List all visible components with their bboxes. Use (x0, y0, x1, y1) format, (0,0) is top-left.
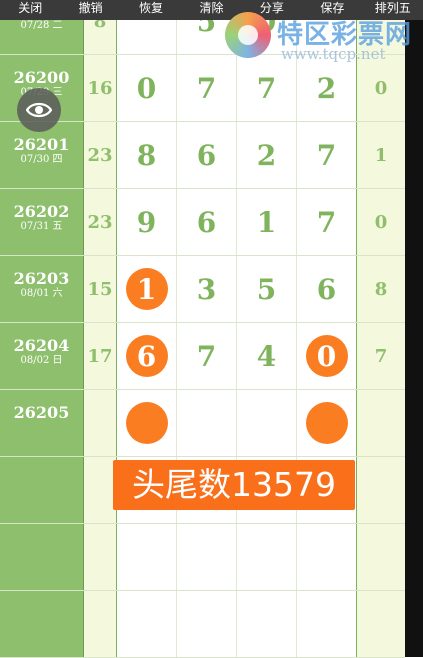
marker-dot[interactable] (125, 402, 168, 444)
issue-cell: 26205 (0, 390, 84, 456)
marker-dot[interactable] (305, 402, 348, 444)
digit-cell[interactable] (117, 524, 177, 590)
pailie5-cell: 7 (357, 323, 405, 389)
digit-cell[interactable]: 7 (177, 323, 237, 389)
issue-number: 26205 (13, 403, 70, 422)
digit-cell[interactable] (177, 524, 237, 590)
digit-cell[interactable]: 6 (297, 256, 357, 322)
watermark-url: www.tqcp.net (281, 45, 386, 63)
issue-cell: 26204 08/02 日 (0, 323, 84, 389)
digit-cell[interactable]: 7 (297, 122, 357, 188)
pailie5-cell (357, 390, 405, 456)
undo-button[interactable]: 撤销 (60, 0, 120, 20)
table-row: 26205 (0, 390, 405, 457)
digit-cell[interactable]: 2 (237, 122, 297, 188)
issue-number: 26201 (13, 135, 70, 154)
digit-cell[interactable]: 5 (237, 256, 297, 322)
issue-date: 07/28 二 (20, 20, 63, 31)
site-watermark: 特区彩票网 www.tqcp.net (225, 12, 415, 72)
table-row (0, 591, 405, 658)
issue-cell (0, 457, 84, 523)
table-row: 26203 08/01 六 15 1 3 5 6 8 (0, 256, 405, 323)
sum-cell (84, 591, 117, 657)
digit-cell[interactable]: 6 (177, 189, 237, 255)
digit-cell[interactable]: 9 (117, 189, 177, 255)
table-row: 26204 08/02 日 17 6 7 4 0 7 (0, 323, 405, 390)
pailie5-cell (357, 524, 405, 590)
digit-cell[interactable] (177, 591, 237, 657)
issue-cell: 26201 07/30 四 (0, 122, 84, 188)
marked-digit[interactable]: 0 (305, 335, 348, 377)
pailie5-cell (357, 591, 405, 657)
digit-cell[interactable] (297, 591, 357, 657)
digit-cell[interactable] (297, 524, 357, 590)
digit-cell[interactable] (237, 524, 297, 590)
digit-cell[interactable]: 3 (177, 256, 237, 322)
sum-cell (84, 390, 117, 456)
issue-date: 07/31 五 (20, 221, 63, 232)
table-row: 26201 07/30 四 23 8 6 2 7 1 (0, 122, 405, 189)
digit-cell[interactable] (117, 390, 177, 456)
marked-digit[interactable]: 6 (125, 335, 168, 377)
issue-cell (0, 591, 84, 657)
digit-cell[interactable]: 8 (117, 122, 177, 188)
issue-cell: 26203 08/01 六 (0, 256, 84, 322)
sum-cell: 17 (84, 323, 117, 389)
sum-cell: 23 (84, 189, 117, 255)
digit-cell[interactable] (117, 591, 177, 657)
table-row (0, 524, 405, 591)
issue-cell (0, 524, 84, 590)
draw-grid: 26199 07/28 二 8 5 0 26200 07/29 三 16 0 7… (0, 0, 405, 658)
digit-cell[interactable] (237, 390, 297, 456)
sum-cell: 23 (84, 122, 117, 188)
digit-cell[interactable] (237, 591, 297, 657)
issue-number: 26204 (13, 336, 70, 355)
close-button[interactable]: 关闭 (0, 0, 60, 20)
marked-digit[interactable]: 1 (125, 268, 168, 310)
digit-cell[interactable]: 6 (117, 323, 177, 389)
issue-number: 26203 (13, 269, 70, 288)
digit-cell[interactable]: 1 (117, 256, 177, 322)
sum-cell: 15 (84, 256, 117, 322)
issue-number: 26202 (13, 202, 70, 221)
sum-cell (84, 524, 117, 590)
logo-icon (225, 12, 271, 58)
digit-cell[interactable]: 4 (237, 323, 297, 389)
digit-cell[interactable] (177, 390, 237, 456)
pailie5-cell: 1 (357, 122, 405, 188)
digit-cell[interactable]: 6 (177, 122, 237, 188)
sum-cell: 16 (84, 55, 117, 121)
issue-date: 08/02 日 (20, 355, 63, 366)
edge-strip (405, 20, 423, 657)
issue-date: 08/01 六 (20, 288, 63, 299)
digit-cell[interactable]: 0 (117, 55, 177, 121)
issue-cell: 26202 07/31 五 (0, 189, 84, 255)
issue-number: 26200 (13, 68, 70, 87)
redo-button[interactable]: 恢复 (121, 0, 181, 20)
digit-cell[interactable]: 0 (297, 323, 357, 389)
digit-cell[interactable]: 7 (297, 189, 357, 255)
table-row: 26202 07/31 五 23 9 6 1 7 0 (0, 189, 405, 256)
digit-cell[interactable] (297, 390, 357, 456)
tip-banner: 头尾数13579 (113, 460, 355, 510)
pailie5-cell: 0 (357, 189, 405, 255)
eye-icon[interactable] (17, 88, 61, 132)
pailie5-cell (357, 457, 405, 523)
issue-date: 07/30 四 (20, 154, 63, 165)
pailie5-cell: 8 (357, 256, 405, 322)
digit-cell[interactable]: 1 (237, 189, 297, 255)
